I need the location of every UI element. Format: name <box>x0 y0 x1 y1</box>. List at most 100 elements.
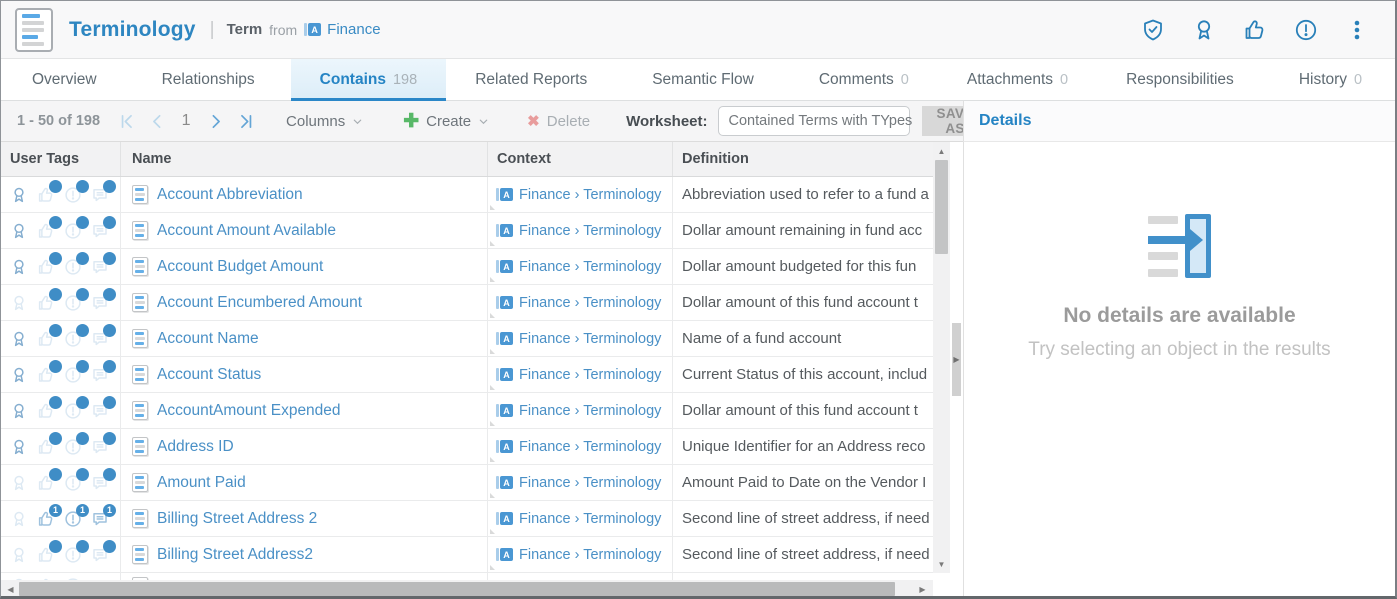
context-path-link[interactable]: Finance › Terminology <box>519 259 661 275</box>
term-name-link[interactable]: Account Amount Available <box>157 222 336 240</box>
award-tag[interactable] <box>10 402 28 420</box>
award-tag[interactable] <box>10 546 28 564</box>
table-row[interactable]: Account Budget Amount A Finance › Termin… <box>1 249 933 285</box>
context-path-link[interactable]: Finance › Terminology <box>519 475 661 491</box>
term-name-link[interactable]: Amount Paid <box>157 474 246 492</box>
award-tag[interactable] <box>10 186 28 204</box>
thumbs-up-tag[interactable] <box>37 186 55 204</box>
term-name-link[interactable]: AccountAmount Expended <box>157 402 341 420</box>
prev-page-icon[interactable] <box>144 108 170 134</box>
context-path-link[interactable]: Finance › Terminology <box>519 367 661 383</box>
table-row[interactable]: Account Name A Finance › Terminology Nam… <box>1 321 933 357</box>
worksheet-select[interactable]: Contained Terms with TYpes <box>718 106 910 136</box>
thumbs-up-tag[interactable] <box>37 366 55 384</box>
comment-tag[interactable] <box>91 366 109 384</box>
scroll-left-icon[interactable]: ◀ <box>2 581 19 597</box>
term-name-link[interactable]: Account Abbreviation <box>157 186 303 204</box>
tab-comments[interactable]: Comments 0 <box>790 59 938 100</box>
context-path-link[interactable]: Finance › Terminology <box>519 403 661 419</box>
table-row-partial[interactable] <box>1 573 933 580</box>
tab-history[interactable]: History 0 <box>1270 59 1391 100</box>
comment-tag[interactable] <box>91 402 109 420</box>
tab-contains[interactable]: Contains 198 <box>291 59 447 100</box>
table-row[interactable]: Account Status A Finance › Terminology C… <box>1 357 933 393</box>
first-page-icon[interactable] <box>114 108 140 134</box>
thumbs-up-tag[interactable] <box>37 222 55 240</box>
award-tag[interactable] <box>10 366 28 384</box>
alert-tag[interactable] <box>64 258 82 276</box>
award-tag[interactable] <box>10 474 28 492</box>
alert-tag[interactable] <box>64 222 82 240</box>
context-path-link[interactable]: Finance › Terminology <box>519 295 661 311</box>
comment-tag[interactable]: 1 <box>91 510 109 528</box>
comment-tag[interactable] <box>91 294 109 312</box>
award-tag[interactable] <box>10 222 28 240</box>
tab-overview[interactable]: Overview <box>3 59 133 100</box>
thumbs-up-tag[interactable] <box>37 438 55 456</box>
comment-tag[interactable] <box>91 474 109 492</box>
table-horizontal-scrollbar[interactable]: ◀ ▶ <box>1 580 933 598</box>
context-path-link[interactable]: Finance › Terminology <box>519 439 661 455</box>
context-path-link[interactable]: Finance › Terminology <box>519 223 661 239</box>
tab-related-reports[interactable]: Related Reports <box>446 59 623 100</box>
scroll-right-icon[interactable]: ▶ <box>914 581 931 597</box>
comment-tag[interactable] <box>91 222 109 240</box>
last-page-icon[interactable] <box>232 108 258 134</box>
thumbs-up-tag[interactable] <box>37 546 55 564</box>
award-tag[interactable] <box>10 330 28 348</box>
table-row[interactable]: Account Encumbered Amount A Finance › Te… <box>1 285 933 321</box>
term-name-link[interactable]: Account Budget Amount <box>157 258 323 276</box>
table-row[interactable]: 1 1 1 Billing Street Address 2 A Finance… <box>1 501 933 537</box>
table-row[interactable]: Account Amount Available A Finance › Ter… <box>1 213 933 249</box>
table-row[interactable]: AccountAmount Expended A Finance › Termi… <box>1 393 933 429</box>
thumbs-up-tag[interactable] <box>37 402 55 420</box>
comment-tag[interactable] <box>91 258 109 276</box>
tab-relationships[interactable]: Relationships <box>133 59 291 100</box>
vertical-scroll-thumb[interactable] <box>935 160 948 254</box>
comment-tag[interactable] <box>91 438 109 456</box>
alert-tag[interactable] <box>64 402 82 420</box>
thumbs-up-tag[interactable]: 1 <box>37 510 55 528</box>
alert-tag[interactable] <box>64 546 82 564</box>
next-page-icon[interactable] <box>202 108 228 134</box>
column-header-name[interactable]: Name <box>121 142 488 176</box>
table-vertical-scrollbar[interactable]: ▲ ▼ <box>933 142 950 573</box>
context-path-link[interactable]: Finance › Terminology <box>519 331 661 347</box>
award-tag[interactable] <box>10 258 28 276</box>
alert-tag[interactable] <box>64 366 82 384</box>
table-row[interactable]: Billing Street Address2 A Finance › Term… <box>1 537 933 573</box>
delete-button[interactable]: ✖ Delete <box>517 113 600 130</box>
thumbs-up-tag[interactable] <box>37 258 55 276</box>
alert-tag[interactable] <box>64 438 82 456</box>
table-row[interactable]: Address ID A Finance › Terminology Uniqu… <box>1 429 933 465</box>
term-name-link[interactable]: Account Encumbered Amount <box>157 294 362 312</box>
scroll-down-icon[interactable]: ▼ <box>933 556 950 572</box>
shield-check-icon[interactable] <box>1141 18 1165 42</box>
thumbs-up-tag[interactable] <box>37 330 55 348</box>
term-name-link[interactable]: Billing Street Address 2 <box>157 510 317 528</box>
award-icon[interactable] <box>1192 18 1216 42</box>
award-tag[interactable] <box>10 294 28 312</box>
comment-tag[interactable] <box>91 330 109 348</box>
scroll-up-icon[interactable]: ▲ <box>933 143 950 159</box>
comment-tag[interactable] <box>91 186 109 204</box>
term-name-link[interactable]: Address ID <box>157 438 234 456</box>
context-link[interactable]: Finance <box>327 21 380 38</box>
context-path-link[interactable]: Finance › Terminology <box>519 187 661 203</box>
term-name-link[interactable]: Account Name <box>157 330 259 348</box>
table-row[interactable]: Amount Paid A Finance › Terminology Amou… <box>1 465 933 501</box>
column-header-context[interactable]: Context <box>488 142 673 176</box>
award-tag[interactable] <box>10 510 28 528</box>
horizontal-scroll-thumb[interactable] <box>19 582 895 596</box>
alert-tag[interactable] <box>64 186 82 204</box>
alert-icon[interactable] <box>1294 18 1318 42</box>
create-button[interactable]: ✚ Create <box>393 112 499 131</box>
context-path-link[interactable]: Finance › Terminology <box>519 511 661 527</box>
alert-tag[interactable] <box>64 474 82 492</box>
context-path-link[interactable]: Finance › Terminology <box>519 547 661 563</box>
thumbs-up-tag[interactable] <box>37 474 55 492</box>
thumbs-up-icon[interactable] <box>1243 18 1267 42</box>
column-header-definition[interactable]: Definition <box>673 142 933 176</box>
term-name-link[interactable]: Billing Street Address2 <box>157 546 313 564</box>
alert-tag[interactable] <box>64 330 82 348</box>
